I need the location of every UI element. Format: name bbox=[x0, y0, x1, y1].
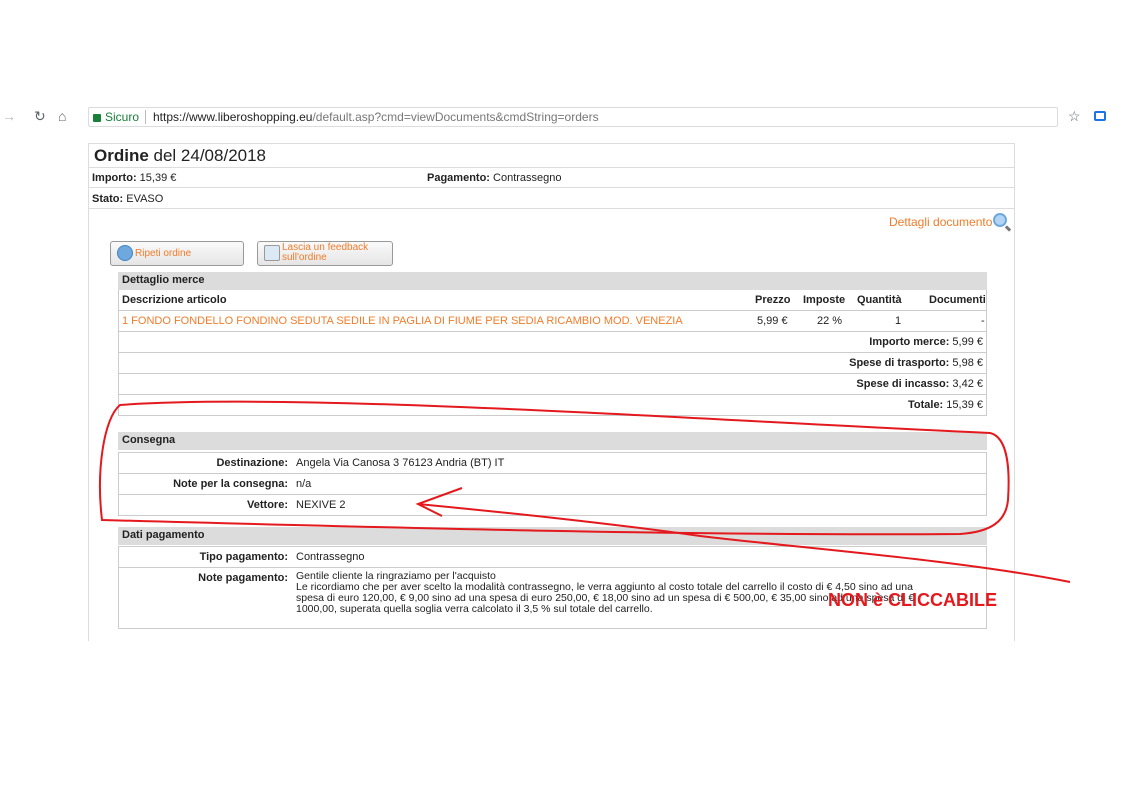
tipo-pagamento-label: Tipo pagamento: bbox=[199, 551, 288, 563]
tipo-pagamento-value: Contrassegno bbox=[296, 551, 365, 563]
table-row: Vettore: NEXIVE 2 bbox=[119, 495, 986, 516]
url-host: https://www.liberoshopping.eu bbox=[153, 110, 313, 124]
table-row: 1 FONDO FONDELLO FONDINO SEDUTA SEDILE I… bbox=[119, 311, 986, 332]
note-pagamento-label: Note pagamento: bbox=[198, 572, 288, 584]
item-prezzo: 5,99 € bbox=[757, 315, 788, 327]
consegna-table: Destinazione: Angela Via Canosa 3 76123 A… bbox=[118, 452, 987, 516]
spese-incasso: Spese di incasso: 3,42 € bbox=[856, 378, 983, 390]
note-consegna-value: n/a bbox=[296, 478, 312, 490]
totals-row: Spese di trasporto: 5,98 € bbox=[119, 353, 986, 374]
home-icon[interactable]: ⌂ bbox=[58, 108, 66, 124]
vettore-label: Vettore: bbox=[247, 499, 288, 511]
importo-merce: Importo merce: 5,99 € bbox=[869, 336, 983, 348]
secure-label: Sicuro bbox=[105, 110, 140, 124]
merce-table: Descrizione articolo Prezzo Imposte Quan… bbox=[118, 290, 987, 416]
table-row: Destinazione: Angela Via Canosa 3 76123 A… bbox=[119, 453, 986, 474]
browser-toolbar: → ↻ ⌂ Sicuro https://www.liberoshopping.… bbox=[0, 104, 1122, 128]
table-row: Tipo pagamento: Contrassegno bbox=[119, 547, 986, 568]
repeat-icon bbox=[117, 245, 133, 261]
feedback-icon bbox=[264, 245, 280, 261]
spese-trasporto: Spese di trasporto: 5,98 € bbox=[849, 357, 983, 369]
destinazione-value: Angela Via Canosa 3 76123 Andria (BT) IT bbox=[296, 457, 505, 469]
reload-icon[interactable]: ↻ bbox=[34, 108, 46, 125]
item-description-link[interactable]: 1 FONDO FONDELLO FONDINO SEDUTA SEDILE I… bbox=[122, 315, 683, 327]
note-consegna-label: Note per la consegna: bbox=[173, 478, 288, 490]
col-prezzo: Prezzo bbox=[755, 294, 791, 306]
consegna-header: Consegna bbox=[118, 432, 987, 450]
dettaglio-merce-header: Dettaglio merce bbox=[118, 272, 987, 290]
merce-columns: Descrizione articolo Prezzo Imposte Quan… bbox=[119, 290, 986, 311]
lock-icon bbox=[93, 114, 101, 122]
url-text[interactable]: https://www.liberoshopping.eu/default.as… bbox=[153, 108, 599, 126]
divider bbox=[89, 168, 1014, 188]
url-path: /default.asp?cmd=viewDocuments&cmdString… bbox=[312, 110, 599, 124]
dettagli-documento-link[interactable]: Dettagli documento bbox=[889, 215, 992, 229]
totals-row: Spese di incasso: 3,42 € bbox=[119, 374, 986, 395]
magnifier-icon[interactable] bbox=[993, 213, 1007, 227]
divider bbox=[89, 144, 1014, 168]
divider bbox=[89, 188, 1014, 209]
item-quantita: 1 bbox=[895, 315, 902, 327]
item-documenti: - bbox=[981, 315, 985, 327]
col-descrizione: Descrizione articolo bbox=[122, 294, 227, 306]
extension-icon[interactable] bbox=[1094, 111, 1106, 121]
ripeti-ordine-button[interactable]: Ripeti ordine bbox=[110, 241, 244, 266]
dati-pagamento-header: Dati pagamento bbox=[118, 527, 987, 545]
address-bar[interactable]: Sicuro https://www.liberoshopping.eu/def… bbox=[88, 107, 1058, 127]
col-imposte: Imposte bbox=[803, 294, 846, 306]
bookmark-star-icon[interactable]: ☆ bbox=[1068, 108, 1081, 125]
totals-row: Totale: 15,39 € bbox=[119, 395, 986, 416]
col-quantita: Quantità bbox=[857, 294, 902, 306]
item-imposte: 22 % bbox=[817, 315, 843, 327]
totale: Totale: 15,39 € bbox=[907, 399, 983, 411]
col-documenti: Documenti bbox=[929, 294, 986, 306]
pagamento-table: Tipo pagamento: Contrassegno Note pagamen… bbox=[118, 546, 987, 629]
feedback-button[interactable]: Lascia un feedback sull'ordine bbox=[257, 241, 393, 266]
totals-row: Importo merce: 5,99 € bbox=[119, 332, 986, 353]
ripeti-ordine-label: Ripeti ordine bbox=[135, 248, 192, 259]
feedback-label: Lascia un feedback sull'ordine bbox=[282, 242, 369, 263]
table-row: Note per la consegna: n/a bbox=[119, 474, 986, 495]
vettore-value: NEXIVE 2 bbox=[296, 499, 346, 511]
forward-arrow-icon[interactable]: → bbox=[2, 108, 16, 124]
url-separator bbox=[145, 110, 146, 124]
non-cliccabile-annotation: NON è CLICCABILE bbox=[828, 590, 998, 610]
secure-indicator[interactable]: Sicuro bbox=[93, 108, 139, 126]
destinazione-label: Destinazione: bbox=[216, 457, 288, 469]
order-panel: Ordine del 24/08/2018 Importo: 15,39 € P… bbox=[88, 143, 1015, 641]
